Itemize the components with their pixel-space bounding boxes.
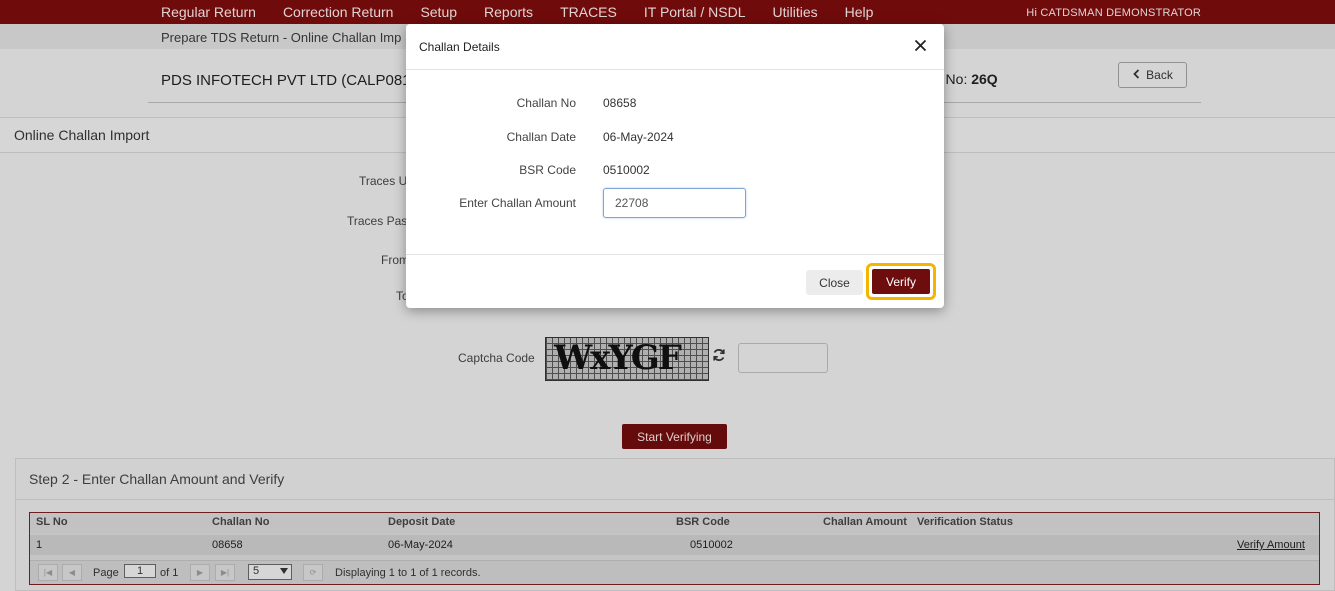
challan-no-value: 08658	[603, 96, 637, 110]
divider	[406, 69, 944, 70]
challan-date-label: Challan Date	[506, 130, 576, 144]
verify-button[interactable]: Verify	[872, 269, 930, 294]
close-button[interactable]: Close	[806, 270, 863, 295]
bsr-code-value: 0510002	[603, 163, 650, 177]
challan-date-value: 06-May-2024	[603, 130, 674, 144]
close-icon[interactable]	[914, 36, 927, 56]
challan-amount-input[interactable]	[603, 188, 746, 218]
verify-button-highlight: Verify	[866, 263, 936, 300]
challan-amount-label: Enter Challan Amount	[459, 196, 576, 210]
modal-title: Challan Details	[419, 40, 500, 54]
challan-no-label: Challan No	[516, 96, 576, 110]
bsr-code-label: BSR Code	[519, 163, 576, 177]
divider	[406, 254, 944, 255]
challan-details-modal: Challan Details Challan No 08658 Challan…	[406, 24, 944, 308]
